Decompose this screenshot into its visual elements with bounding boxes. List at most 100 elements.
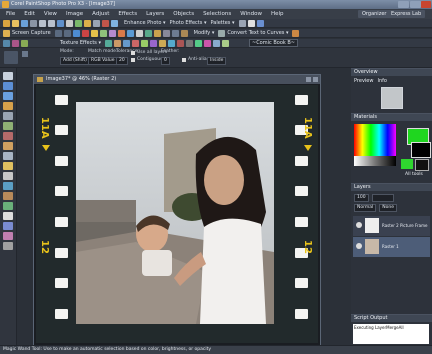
minimize-button[interactable] [398,1,409,8]
dropper-tool-icon[interactable] [3,102,13,110]
tab-express-lab[interactable]: Express Lab [387,10,426,18]
pan-tool-icon[interactable] [3,72,13,80]
magic-wand-tool-icon[interactable] [3,92,13,100]
mode-select[interactable]: Add (Shift) [60,57,90,65]
tool-f-icon[interactable] [99,29,107,37]
tool-p-icon[interactable] [218,29,226,37]
text-icon[interactable] [247,19,255,27]
anti-alias-checkbox[interactable] [182,58,186,62]
smudge-tool-icon[interactable] [3,192,13,200]
mask-select[interactable]: None [379,204,398,212]
tool-d-icon[interactable] [81,29,89,37]
brush-icon[interactable] [84,19,91,27]
makeover-tool-icon[interactable] [3,142,13,150]
background-properties[interactable] [415,159,429,171]
tool-i-icon[interactable] [126,29,134,37]
all-tools-label[interactable]: All tools [405,172,423,177]
menu-adjust[interactable]: Adjust [92,11,109,17]
crop-tool-icon[interactable] [3,112,13,120]
effect-l-icon[interactable] [177,39,184,47]
menu-view[interactable]: View [44,11,57,17]
menu-objects[interactable]: Objects [173,11,194,17]
straighten-tool-icon[interactable] [3,122,13,130]
effect-k-icon[interactable] [168,39,175,47]
dodge-tool-icon[interactable] [3,182,13,190]
shape-icon[interactable] [256,19,264,27]
effect-h-icon[interactable] [141,39,148,47]
tool-c-icon[interactable] [72,29,80,37]
maximize-button[interactable] [410,1,421,8]
screen-capture-button[interactable]: Screen Capture [12,30,51,36]
tool-b-icon[interactable] [63,29,71,37]
eraser-tool-icon[interactable] [3,172,13,180]
effect-d-icon[interactable] [105,39,112,47]
menu-edit[interactable]: Edit [24,11,35,17]
grayscale-swatches[interactable] [354,156,396,166]
undo-icon[interactable] [39,19,46,27]
text-tool-icon[interactable] [3,212,13,220]
red-eye-icon[interactable] [102,19,109,27]
layer-row[interactable]: Raster 1 [353,237,430,257]
tab-preview[interactable]: Preview [354,78,373,84]
flood-fill-tool-icon[interactable] [3,202,13,210]
effect-q-icon[interactable] [222,39,229,47]
opacity-slider[interactable] [371,194,394,202]
tool-k-icon[interactable] [144,29,152,37]
effect-j-icon[interactable] [159,39,166,47]
tool-e-icon[interactable] [90,29,98,37]
warp-tool-icon[interactable] [3,242,13,250]
texture-effects-menu[interactable]: Texture Effects ▾ [60,40,101,46]
photo-effects-menu[interactable]: Photo Effects ▾ [170,20,207,26]
enhance-photo-menu[interactable]: Enhance Photo ▾ [124,20,166,26]
menu-window[interactable]: Window [240,11,262,17]
preset-dropdown[interactable]: ~Comic Book B~ [249,39,298,47]
tolerance-input[interactable]: 20 [116,57,128,65]
menu-selections[interactable]: Selections [203,11,231,17]
menu-layers[interactable]: Layers [146,11,164,17]
tab-organizer[interactable]: Organizer [358,10,391,18]
menu-help[interactable]: Help [271,11,284,17]
open-folder-icon[interactable] [12,19,19,27]
sky-icon[interactable] [111,19,118,27]
menu-effects[interactable]: Effects [118,11,137,17]
tool-g-icon[interactable] [108,29,116,37]
pick-tool-icon[interactable] [3,82,13,90]
convert-text-curves-menu[interactable]: Convert Text to Curves ▾ [227,30,288,36]
family-photo[interactable] [76,102,274,324]
shape-tool-icon[interactable] [3,222,13,230]
effect-n-icon[interactable] [195,39,202,47]
palettes-menu[interactable]: Palettes ▾ [210,20,234,26]
visibility-eye-icon[interactable] [356,243,362,249]
clone-tool-icon[interactable] [3,152,13,160]
blend-mode-select[interactable]: Normal [354,204,377,212]
overview-thumbnail[interactable] [381,87,403,109]
effect-o-icon[interactable] [204,39,211,47]
foreground-properties[interactable] [401,159,413,169]
match-mode-select[interactable]: RGB Value [88,57,118,65]
layer-row[interactable]: Raster 2 Picture Frame [353,216,430,236]
tool-q-icon[interactable] [292,29,300,37]
zoom-icon[interactable] [93,19,100,27]
effect-c-icon[interactable] [21,39,28,47]
menu-image[interactable]: Image [66,11,83,17]
tool-h-icon[interactable] [117,29,125,37]
effect-b-icon[interactable] [12,39,19,47]
grid-icon[interactable] [66,19,73,27]
menu-file[interactable]: File [6,11,15,17]
modify-menu[interactable]: Modify ▾ [194,30,215,36]
script-output-area[interactable]: Executing LayerMergeAll [353,324,429,344]
tool-o-icon[interactable] [180,29,188,37]
tool-a-icon[interactable] [54,29,62,37]
tool-icon[interactable] [238,19,246,27]
save-icon[interactable] [21,19,28,27]
tab-info[interactable]: Info [377,78,386,84]
paint-brush-tool-icon[interactable] [3,162,13,170]
red-eye-tool-icon[interactable] [3,132,13,140]
contiguous-checkbox[interactable] [131,58,135,62]
effect-i-icon[interactable] [150,39,157,47]
redo-icon[interactable] [48,19,55,27]
visibility-eye-icon[interactable] [356,222,362,228]
inside-select[interactable]: Inside [207,57,227,65]
tool-m-icon[interactable] [162,29,170,37]
layer-icon[interactable] [75,19,82,27]
